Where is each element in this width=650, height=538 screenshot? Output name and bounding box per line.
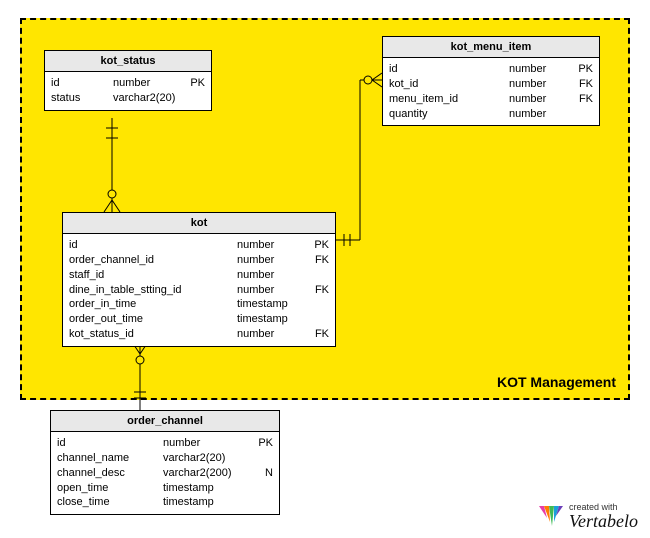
attr-key: FK <box>309 327 329 342</box>
attr-type: number <box>227 253 309 268</box>
attr-key: PK <box>252 436 273 451</box>
entity-body: idnumberPKkot_idnumberFKmenu_item_idnumb… <box>383 58 599 125</box>
attr-key: FK <box>573 77 593 92</box>
attr-type: timestamp <box>153 481 267 496</box>
attr-name: order_channel_id <box>69 253 227 268</box>
attr-name: quantity <box>389 107 499 122</box>
region-label: KOT Management <box>497 374 616 390</box>
attr-name: close_time <box>57 495 153 510</box>
attr-key: N <box>259 466 273 481</box>
attr-type: number <box>227 268 323 283</box>
vertabelo-branding: created with Vertabelo <box>539 503 638 530</box>
entity-kot-status: kot_status idnumberPKstatusvarchar2(20) <box>44 50 212 111</box>
vertabelo-logo-icon <box>539 506 563 528</box>
attr-row: channel_namevarchar2(20) <box>57 451 273 466</box>
attr-type: number <box>499 62 572 77</box>
attr-row: statusvarchar2(20) <box>51 91 205 106</box>
attr-key <box>323 297 329 312</box>
attr-type: number <box>227 283 309 298</box>
branding-name: Vertabelo <box>569 512 638 530</box>
attr-name: menu_item_id <box>389 92 499 107</box>
attr-row: staff_idnumber <box>69 268 329 283</box>
attr-type: number <box>153 436 252 451</box>
attr-type: number <box>499 92 573 107</box>
attr-name: order_in_time <box>69 297 227 312</box>
entity-title: kot_status <box>45 51 211 72</box>
attr-row: close_timetimestamp <box>57 495 273 510</box>
attr-key: PK <box>184 76 205 91</box>
attr-key: FK <box>309 283 329 298</box>
attr-key: PK <box>308 238 329 253</box>
attr-name: channel_desc <box>57 466 153 481</box>
attr-name: kot_id <box>389 77 499 92</box>
attr-name: order_out_time <box>69 312 227 327</box>
attr-key <box>199 91 205 106</box>
attr-row: open_timetimestamp <box>57 481 273 496</box>
attr-type: varchar2(20) <box>153 451 267 466</box>
attr-type: number <box>103 76 184 91</box>
attr-row: quantitynumber <box>389 107 593 122</box>
attr-key <box>323 268 329 283</box>
attr-type: number <box>227 327 309 342</box>
attr-key <box>267 481 273 496</box>
attr-type: number <box>227 238 308 253</box>
attr-key: PK <box>572 62 593 77</box>
attr-key: FK <box>309 253 329 268</box>
attr-row: order_out_timetimestamp <box>69 312 329 327</box>
attr-name: id <box>51 76 103 91</box>
attr-name: id <box>389 62 499 77</box>
attr-type: number <box>499 77 573 92</box>
attr-type: timestamp <box>227 297 323 312</box>
attr-name: open_time <box>57 481 153 496</box>
attr-row: menu_item_idnumberFK <box>389 92 593 107</box>
attr-key <box>587 107 593 122</box>
attr-key <box>323 312 329 327</box>
attr-row: idnumberPK <box>69 238 329 253</box>
attr-row: idnumberPK <box>51 76 205 91</box>
attr-row: idnumberPK <box>57 436 273 451</box>
entity-order-channel: order_channel idnumberPKchannel_namevarc… <box>50 410 280 515</box>
attr-type: varchar2(20) <box>103 91 199 106</box>
entity-body: idnumberPKchannel_namevarchar2(20)channe… <box>51 432 279 514</box>
attr-row: order_channel_idnumberFK <box>69 253 329 268</box>
attr-row: idnumberPK <box>389 62 593 77</box>
attr-type: timestamp <box>227 312 323 327</box>
attr-type: timestamp <box>153 495 267 510</box>
attr-row: dine_in_table_stting_idnumberFK <box>69 283 329 298</box>
entity-title: kot_menu_item <box>383 37 599 58</box>
attr-name: id <box>69 238 227 253</box>
attr-key: FK <box>573 92 593 107</box>
entity-kot-menu-item: kot_menu_item idnumberPKkot_idnumberFKme… <box>382 36 600 126</box>
entity-title: order_channel <box>51 411 279 432</box>
attr-type: varchar2(200) <box>153 466 259 481</box>
attr-row: kot_status_idnumberFK <box>69 327 329 342</box>
entity-kot: kot idnumberPKorder_channel_idnumberFKst… <box>62 212 336 347</box>
attr-name: channel_name <box>57 451 153 466</box>
attr-name: dine_in_table_stting_id <box>69 283 227 298</box>
attr-key <box>267 495 273 510</box>
attr-name: status <box>51 91 103 106</box>
attr-row: order_in_timetimestamp <box>69 297 329 312</box>
attr-row: channel_descvarchar2(200)N <box>57 466 273 481</box>
entity-body: idnumberPKorder_channel_idnumberFKstaff_… <box>63 234 335 346</box>
attr-row: kot_idnumberFK <box>389 77 593 92</box>
attr-name: id <box>57 436 153 451</box>
attr-key <box>267 451 273 466</box>
entity-title: kot <box>63 213 335 234</box>
entity-body: idnumberPKstatusvarchar2(20) <box>45 72 211 110</box>
attr-type: number <box>499 107 587 122</box>
attr-name: kot_status_id <box>69 327 227 342</box>
attr-name: staff_id <box>69 268 227 283</box>
